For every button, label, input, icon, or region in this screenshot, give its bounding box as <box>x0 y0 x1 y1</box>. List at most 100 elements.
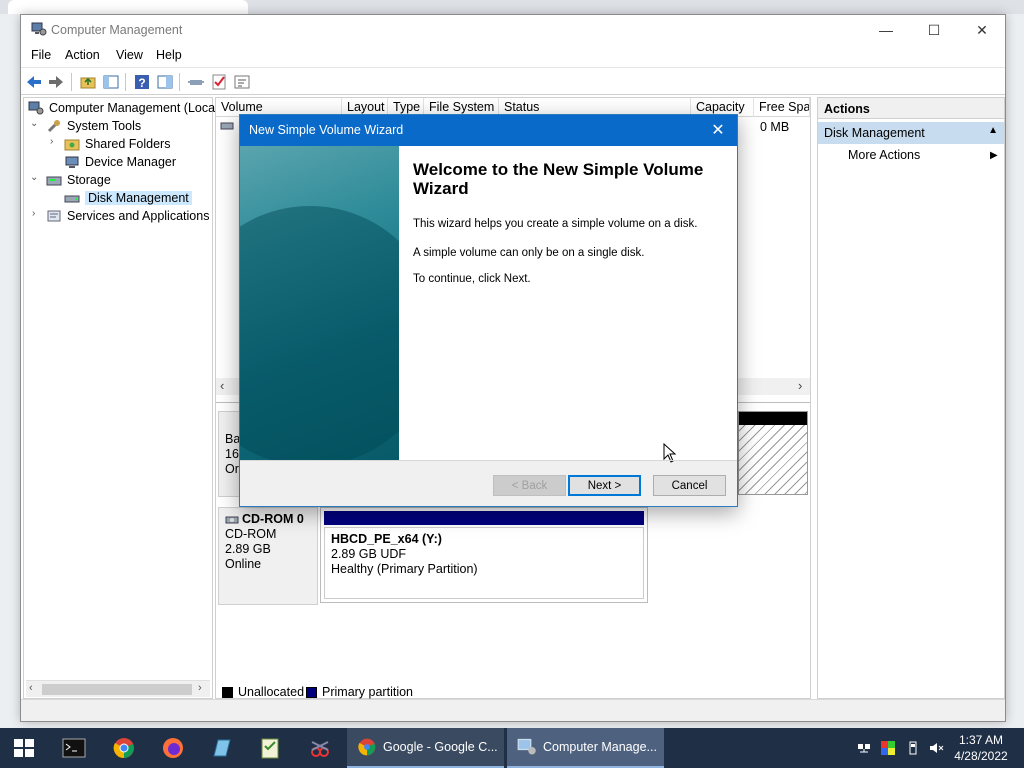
disk-icon <box>220 122 234 130</box>
tree-item-shared-folders[interactable]: Shared Folders <box>64 135 170 153</box>
wizard-title: New Simple Volume Wizard <box>249 123 404 137</box>
more-actions[interactable]: More Actions <box>848 148 920 162</box>
volume-muted-icon[interactable] <box>928 740 944 756</box>
scroll-right-icon[interactable]: › <box>798 378 802 393</box>
console-tree: Computer Management (Local ⌄ System Tool… <box>23 97 218 699</box>
taskbar-app-chrome[interactable]: Google - Google C... <box>347 728 504 768</box>
back-button[interactable]: < Back <box>493 475 566 496</box>
taskbar-clock[interactable]: 1:37 AM 4/28/2022 <box>946 732 1016 764</box>
unallocated-partition[interactable] <box>738 411 808 495</box>
wizard-separator <box>240 460 737 461</box>
back-arrow-icon[interactable] <box>25 73 43 91</box>
wizard-text-2: A simple volume can only be on a single … <box>413 247 645 259</box>
usb-device-icon[interactable] <box>905 740 921 756</box>
actions-section-disk-management[interactable]: Disk Management ▲ <box>818 122 1004 144</box>
taskbar-app-label: Google - Google C... <box>383 740 498 754</box>
svg-text:?: ? <box>138 76 145 90</box>
chevron-down-icon[interactable]: ⌄ <box>30 172 40 183</box>
menu-file[interactable]: File <box>31 48 51 62</box>
wizard-content: Welcome to the New Simple Volume Wizard … <box>399 146 737 463</box>
tree-root[interactable]: Computer Management (Local <box>28 99 218 117</box>
chevron-down-icon[interactable]: ⌄ <box>30 118 40 129</box>
snipping-tool-icon[interactable] <box>308 736 332 760</box>
menu-action[interactable]: Action <box>65 48 100 62</box>
cdrom-name: CD-ROM 0 <box>242 512 304 526</box>
toolbar: ? <box>21 67 1005 95</box>
scroll-left-icon[interactable]: ‹ <box>29 682 33 694</box>
windows-start-icon[interactable] <box>12 736 36 760</box>
chevron-right-icon[interactable]: › <box>50 136 60 147</box>
firefox-icon[interactable] <box>161 736 185 760</box>
close-icon: ✕ <box>976 21 988 38</box>
computer-management-icon <box>28 101 44 115</box>
color-settings-icon[interactable] <box>880 740 896 756</box>
chrome-icon <box>358 738 376 756</box>
tree-item-label: Services and Applications <box>67 209 210 223</box>
actions-pane: Actions Disk Management ▲ More Actions ▶ <box>817 97 1005 699</box>
volume-free-space-value: 0 MB <box>760 120 790 134</box>
clock-time: 1:37 AM <box>958 733 1004 747</box>
unallocated-bar <box>739 412 807 425</box>
new-simple-volume-wizard-dialog: New Simple Volume Wizard ✕ Welcome to th… <box>239 114 738 507</box>
legend: Unallocated Primary partition <box>216 684 810 700</box>
partition-size: 2.89 GB UDF <box>331 547 407 561</box>
properties-icon[interactable] <box>156 73 174 91</box>
tree-item-storage[interactable]: Storage <box>46 171 111 189</box>
tree-item-label: System Tools <box>67 119 142 133</box>
show-hide-tree-icon[interactable] <box>102 73 120 91</box>
maximize-button[interactable]: ☐ <box>911 15 957 45</box>
tree-item-device-manager[interactable]: Device Manager <box>64 153 176 171</box>
notes-app-icon[interactable] <box>210 736 234 760</box>
scroll-left-icon[interactable]: ‹ <box>220 378 224 393</box>
wizard-text-3: To continue, click Next. <box>413 273 531 285</box>
scrollbar-thumb[interactable] <box>42 684 192 695</box>
checklist-icon[interactable] <box>210 73 228 91</box>
wizard-title-bar[interactable]: New Simple Volume Wizard ✕ <box>240 115 737 146</box>
help-icon[interactable]: ? <box>133 73 151 91</box>
close-button[interactable]: ✕ <box>959 15 1005 45</box>
window-title: Computer Management <box>51 23 183 37</box>
shared-folder-icon <box>64 139 80 151</box>
tree-item-services-and-applications[interactable]: Services and Applications <box>46 207 209 225</box>
title-bar[interactable]: Computer Management — ☐ ✕ <box>21 15 1005 45</box>
submenu-arrow-icon[interactable]: ▶ <box>990 150 998 161</box>
minimize-button[interactable]: — <box>863 15 909 45</box>
cdrom-size: 2.89 GB <box>225 542 271 556</box>
clock-date: 4/28/2022 <box>954 749 1008 763</box>
cdrom-partition[interactable]: HBCD_PE_x64 (Y:) 2.89 GB UDF Healthy (Pr… <box>320 507 648 603</box>
next-button[interactable]: Next > <box>568 475 641 496</box>
menu-view[interactable]: View <box>116 48 143 62</box>
taskbar-app-computer-management[interactable]: Computer Manage... <box>507 728 664 768</box>
clipboard-icon[interactable] <box>258 736 282 760</box>
command-prompt-icon[interactable] <box>62 736 86 760</box>
primary-partition-swatch <box>306 687 317 698</box>
menu-help[interactable]: Help <box>156 48 182 62</box>
scroll-right-icon[interactable]: › <box>198 682 202 694</box>
collapse-up-icon[interactable]: ▲ <box>988 125 998 136</box>
tree-item-label: Storage <box>67 173 111 187</box>
minimize-icon: — <box>879 22 893 38</box>
volume-row[interactable] <box>220 120 234 135</box>
tree-item-disk-management[interactable]: Disk Management <box>64 189 192 207</box>
tree-item-system-tools[interactable]: System Tools <box>46 117 141 135</box>
legend-unallocated: Unallocated <box>238 685 305 699</box>
cdrom-0-info[interactable]: CD-ROM 0 CD-ROM 2.89 GB Online <box>218 507 318 605</box>
column-free-space[interactable]: Free Spac <box>754 98 810 117</box>
actions-header: Actions <box>818 98 1004 119</box>
actions-section-label: Disk Management <box>824 126 925 140</box>
unallocated-swatch <box>222 687 233 698</box>
cancel-button[interactable]: Cancel <box>653 475 726 496</box>
wizard-close-button[interactable]: ✕ <box>705 119 731 141</box>
partition-status: Healthy (Primary Partition) <box>331 562 478 576</box>
forward-arrow-icon[interactable] <box>47 73 65 91</box>
background-browser-strip <box>0 0 1024 14</box>
chrome-icon[interactable] <box>112 736 136 760</box>
up-folder-icon[interactable] <box>79 73 97 91</box>
tree-item-label: Disk Management <box>85 191 192 205</box>
cdrom-status: Online <box>225 557 262 571</box>
tree-horizontal-scrollbar[interactable]: ‹ › <box>26 680 210 697</box>
network-icon[interactable] <box>856 740 872 756</box>
settings-panel-icon[interactable] <box>233 73 251 91</box>
chevron-right-icon[interactable]: › <box>32 208 42 219</box>
connect-icon[interactable] <box>187 73 205 91</box>
